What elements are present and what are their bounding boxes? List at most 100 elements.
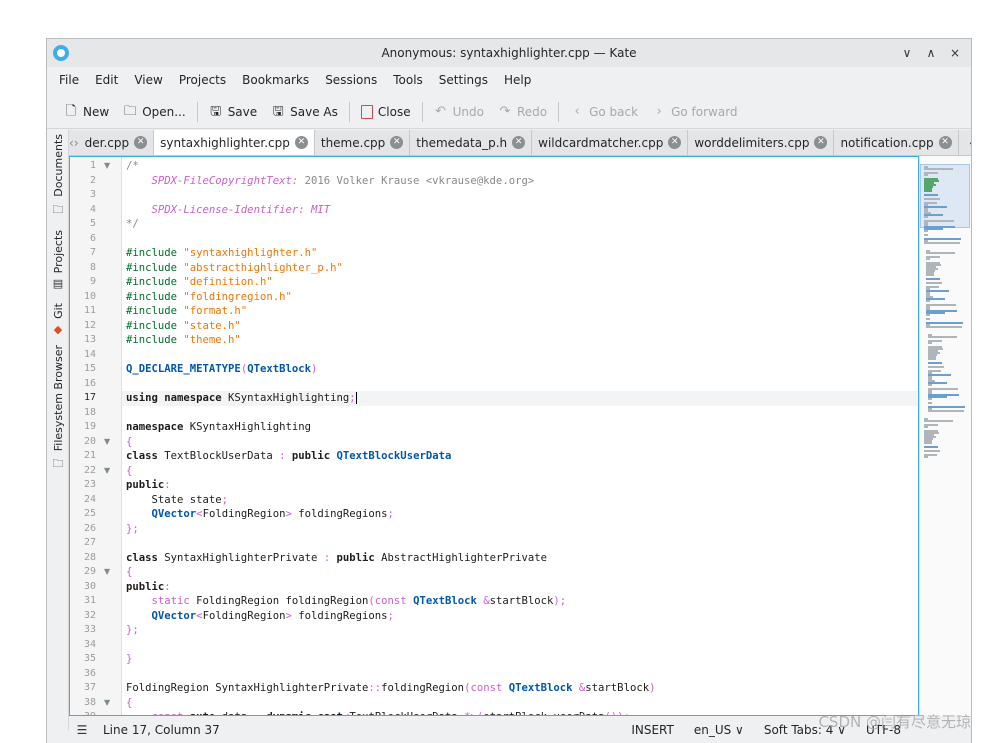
code-line[interactable]: [122, 536, 918, 551]
menu-bookmarks[interactable]: Bookmarks: [234, 73, 317, 87]
code-line[interactable]: public:: [122, 478, 918, 493]
sidebar-tab-projects[interactable]: ▤ Projects: [47, 230, 69, 290]
tab-themedata-p-h[interactable]: themedata_p.h ✕: [410, 130, 533, 155]
minimize-button[interactable]: ∨: [897, 43, 917, 63]
redo-button[interactable]: ↷ Redo: [491, 99, 554, 125]
code-line[interactable]: [122, 406, 918, 421]
fold-toggle-icon[interactable]: ▼: [104, 464, 110, 479]
code-line[interactable]: QVector<FoldingRegion> foldingRegions;: [122, 609, 918, 624]
menu-view[interactable]: View: [126, 73, 170, 87]
close-tab-icon[interactable]: ✕: [814, 136, 828, 149]
code-editor[interactable]: 1 ▼ 2 3 4 5 6 7 8 9 10 11 12 13 14 15 16 17 18 19 20 ▼ 21 22 ▼ 23…: [69, 156, 919, 716]
dictionary-selector[interactable]: en_US ∨: [684, 723, 754, 737]
code-line[interactable]: };: [122, 522, 918, 537]
code-line[interactable]: }: [122, 652, 918, 667]
code-line[interactable]: FoldingRegion SyntaxHighlighterPrivate::…: [122, 681, 918, 696]
code-line[interactable]: [122, 638, 918, 653]
new-button[interactable]: 🗋 New: [57, 99, 116, 125]
code-line[interactable]: {: [122, 464, 918, 479]
code-line[interactable]: class TextBlockUserData : public QTextBl…: [122, 449, 918, 464]
code-line[interactable]: SPDX-License-Identifier: MIT: [122, 203, 918, 218]
fold-toggle-icon[interactable]: ▼: [104, 565, 110, 580]
tab-wildcardmatcher-cpp[interactable]: wildcardmatcher.cpp ✕: [532, 130, 689, 155]
save-button[interactable]: 🖫 Save: [202, 99, 264, 125]
code-line[interactable]: #include "abstracthighlighter_p.h": [122, 261, 918, 276]
sidebar-tab-filesystem-browser[interactable]: 🗀 Filesystem Browser: [47, 345, 69, 474]
code-line[interactable]: };: [122, 623, 918, 638]
save-as-button[interactable]: 🖫 Save As: [264, 99, 345, 125]
close-tab-icon[interactable]: ✕: [294, 136, 308, 149]
minimap-line: [928, 358, 937, 360]
chevron-left-icon[interactable]: ‹: [965, 136, 971, 150]
line-number: 1: [89, 160, 96, 171]
sidebar-tab-git[interactable]: ◆ Git: [47, 303, 69, 336]
code-line[interactable]: {: [122, 435, 918, 450]
code-line[interactable]: #include "format.h": [122, 304, 918, 319]
code-line[interactable]: */: [122, 217, 918, 232]
tab-notification-cpp[interactable]: notification.cpp ✕: [834, 130, 959, 155]
code-line[interactable]: [122, 232, 918, 247]
code-token: SPDX-License-Identifier: MIT: [151, 203, 331, 216]
code-line[interactable]: using namespace KSyntaxHighlighting;: [122, 391, 918, 406]
code-line[interactable]: [122, 377, 918, 392]
fold-toggle-icon[interactable]: ▼: [104, 435, 110, 450]
sidebar-tab-documents[interactable]: 🗀 Documents: [47, 134, 69, 220]
tab-syntaxhighlighter-cpp[interactable]: syntaxhighlighter.cpp ✕: [154, 130, 315, 155]
code-line[interactable]: #include "definition.h": [122, 275, 918, 290]
code-line[interactable]: [122, 188, 918, 203]
code-token: #include: [126, 334, 184, 346]
diff-icon[interactable]: ☰: [69, 723, 95, 737]
tab-theme-cpp[interactable]: theme.cpp ✕: [315, 130, 411, 155]
line-number: 17: [83, 392, 96, 403]
menu-file[interactable]: File: [51, 73, 87, 87]
code-line[interactable]: SPDX-FileCopyrightText: 2016 Volker Krau…: [122, 174, 918, 189]
go-forward-button[interactable]: › Go forward: [645, 99, 744, 125]
code-line[interactable]: [122, 667, 918, 682]
code-token: FoldingRegion foldingRegion: [189, 595, 369, 607]
code-line[interactable]: #include "theme.h": [122, 333, 918, 348]
maximize-button[interactable]: ∧: [921, 43, 941, 63]
menu-help[interactable]: Help: [496, 73, 539, 87]
code-line[interactable]: #include "foldingregion.h": [122, 290, 918, 305]
minimap-line: [928, 410, 964, 412]
code-line[interactable]: public:: [122, 580, 918, 595]
menu-projects[interactable]: Projects: [171, 73, 234, 87]
code-line[interactable]: /*: [122, 159, 918, 174]
code-area[interactable]: /* SPDX-FileCopyrightText: 2016 Volker K…: [122, 157, 918, 715]
code-line[interactable]: Q_DECLARE_METATYPE(QTextBlock): [122, 362, 918, 377]
close-tab-icon[interactable]: ✕: [938, 136, 952, 149]
open-button[interactable]: 🗀 Open...: [116, 99, 193, 125]
menu-settings[interactable]: Settings: [431, 73, 496, 87]
close-tab-icon[interactable]: ✕: [390, 136, 404, 149]
input-mode[interactable]: INSERT: [621, 723, 684, 737]
code-line[interactable]: static FoldingRegion foldingRegion(const…: [122, 594, 918, 609]
code-line[interactable]: #include "syntaxhighlighter.h": [122, 246, 918, 261]
minimap-line: [928, 406, 966, 408]
close-document-button[interactable]: Close: [354, 99, 418, 125]
tab-worddelimiters-cpp[interactable]: worddelimiters.cpp ✕: [688, 130, 835, 155]
tab-der-cpp[interactable]: der.cpp ✕: [79, 130, 155, 155]
menu-sessions[interactable]: Sessions: [317, 73, 385, 87]
minimap-scrollbar[interactable]: [919, 156, 971, 716]
code-line[interactable]: class SyntaxHighlighterPrivate : public …: [122, 551, 918, 566]
close-tab-icon[interactable]: ✕: [134, 136, 148, 149]
code-line[interactable]: {: [122, 696, 918, 711]
code-line[interactable]: QVector<FoldingRegion> foldingRegions;: [122, 507, 918, 522]
cursor-position[interactable]: Line 17, Column 37: [95, 723, 220, 737]
title-bar[interactable]: Anonymous: syntaxhighlighter.cpp — Kate …: [47, 39, 971, 67]
menu-edit[interactable]: Edit: [87, 73, 126, 87]
code-line[interactable]: namespace KSyntaxHighlighting: [122, 420, 918, 435]
code-line[interactable]: #include "state.h": [122, 319, 918, 334]
close-tab-icon[interactable]: ✕: [668, 136, 682, 149]
code-line[interactable]: {: [122, 565, 918, 580]
fold-toggle-icon[interactable]: ▼: [104, 159, 110, 174]
code-line[interactable]: State state;: [122, 493, 918, 508]
menu-tools[interactable]: Tools: [385, 73, 431, 87]
minimap-line: [928, 362, 942, 364]
close-window-button[interactable]: ×: [945, 43, 965, 63]
go-back-button[interactable]: ‹ Go back: [563, 99, 645, 125]
code-line[interactable]: [122, 348, 918, 363]
fold-toggle-icon[interactable]: ▼: [104, 696, 110, 711]
undo-button[interactable]: ↶ Undo: [427, 99, 491, 125]
close-tab-icon[interactable]: ✕: [512, 136, 526, 149]
